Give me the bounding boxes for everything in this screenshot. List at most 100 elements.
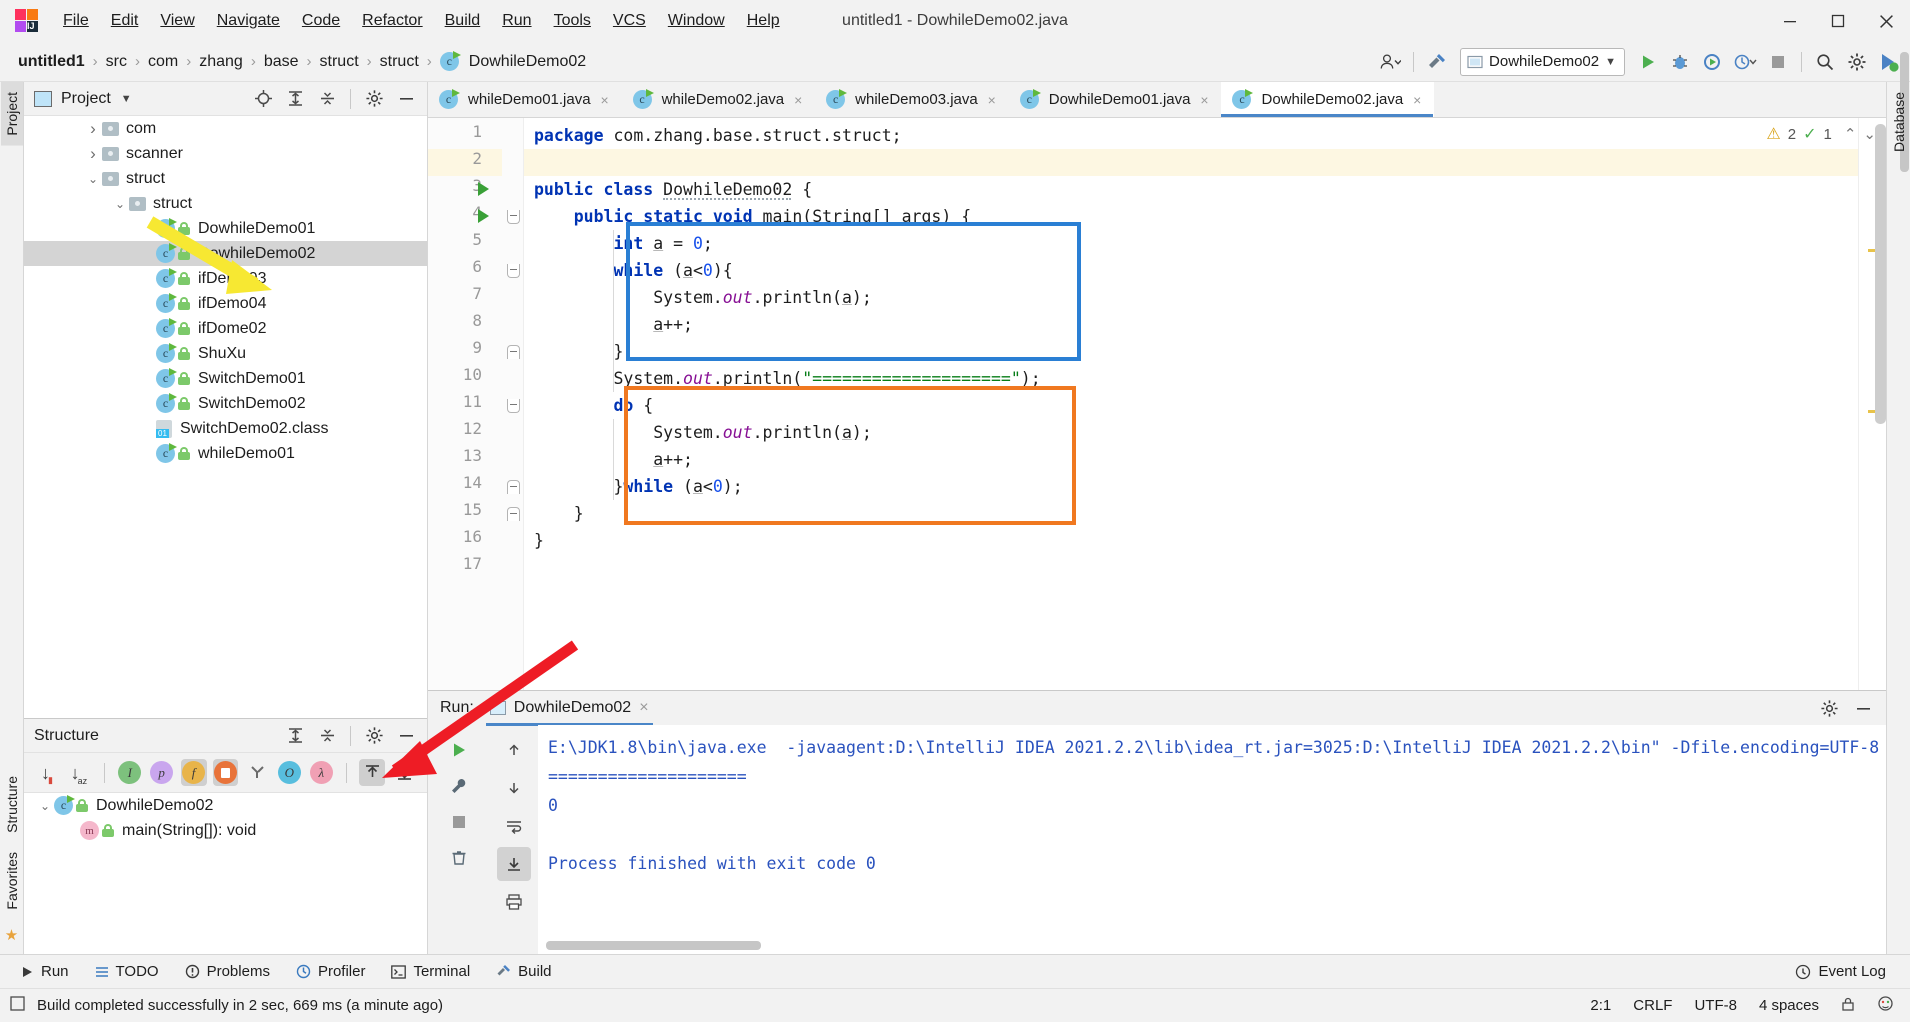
soft-wrap-button[interactable] — [497, 809, 531, 843]
project-tree-row[interactable]: c ShuXu — [24, 341, 427, 366]
chevron-down-icon[interactable]: ⌄ — [84, 172, 102, 186]
debug-button[interactable] — [1665, 47, 1695, 77]
project-tree-row[interactable]: ⌄ struct — [24, 191, 427, 216]
line-separator[interactable]: CRLF — [1633, 997, 1672, 1014]
settings-button[interactable] — [1842, 47, 1872, 77]
code-line[interactable]: } — [524, 338, 623, 365]
hide-project-panel-button[interactable] — [391, 84, 421, 114]
run-tab-dowhiledemo02[interactable]: DowhileDemo02 × — [482, 696, 657, 726]
structure-tree-row[interactable]: ⌄ c DowhileDemo02 — [24, 793, 427, 818]
collapse-all-button[interactable] — [312, 84, 342, 114]
menu-file[interactable]: File — [52, 8, 100, 34]
show-properties-icon[interactable]: p — [149, 759, 175, 786]
code-line[interactable]: package com.zhang.base.struct.struct; — [524, 122, 902, 149]
strip-tab-database[interactable]: Database — [1888, 82, 1910, 162]
trash-button[interactable] — [442, 841, 476, 875]
menu-view[interactable]: View — [149, 8, 205, 34]
autoscroll-to-source-icon[interactable] — [359, 759, 386, 786]
project-tree-row[interactable]: c whileDemo01 — [24, 441, 427, 466]
close-tab-icon[interactable]: × — [985, 92, 999, 108]
breadcrumb-item-4[interactable]: base — [260, 51, 303, 73]
breadcrumb-item-0[interactable]: untitled1 — [14, 51, 89, 73]
project-settings-button[interactable] — [359, 84, 389, 114]
strip-tab-favorites[interactable]: Favorites — [1, 842, 23, 920]
scroll-down-button[interactable] — [497, 771, 531, 805]
inspection-level-icon[interactable] — [1877, 995, 1894, 1016]
menu-tools[interactable]: Tools — [543, 8, 602, 34]
bottom-tab-terminal[interactable]: Terminal — [379, 959, 482, 984]
editor-tab-dowhiledemo02[interactable]: c DowhileDemo02.java × — [1221, 82, 1435, 117]
menu-run[interactable]: Run — [491, 8, 542, 34]
code-fold-marker[interactable] — [507, 210, 520, 224]
event-log-button[interactable]: Event Log — [1783, 959, 1898, 984]
code-text-area[interactable]: package com.zhang.base.struct.struct; pub… — [524, 118, 1858, 690]
autoscroll-from-source-icon[interactable] — [391, 759, 417, 786]
show-non-public-icon[interactable] — [212, 759, 239, 786]
menu-help[interactable]: Help — [736, 8, 791, 34]
edit-configuration-button[interactable] — [442, 769, 476, 803]
search-everywhere-button[interactable] — [1810, 47, 1840, 77]
group-methods-icon[interactable] — [244, 759, 270, 786]
maximize-button[interactable] — [1814, 0, 1862, 42]
close-tab-icon[interactable]: × — [598, 92, 612, 108]
structure-expand-all-button[interactable] — [280, 721, 310, 751]
structure-settings-button[interactable] — [359, 721, 389, 751]
show-inherited-icon[interactable]: I — [117, 759, 143, 786]
structure-tree-row[interactable]: m main(String[]): void — [24, 818, 427, 843]
bottom-tab-todo[interactable]: TODO — [83, 959, 171, 984]
locate-file-button[interactable] — [248, 84, 278, 114]
run-button[interactable] — [1633, 47, 1663, 77]
menu-vcs[interactable]: VCS — [602, 8, 657, 34]
breadcrumb-item-7[interactable]: DowhileDemo02 — [465, 51, 590, 73]
show-lambdas-icon[interactable]: λ — [308, 759, 334, 786]
editor-scrollbar[interactable] — [1875, 124, 1886, 424]
project-tree-row[interactable]: c SwitchDemo01 — [24, 366, 427, 391]
menu-code[interactable]: Code — [291, 8, 351, 34]
bottom-tab-problems[interactable]: Problems — [173, 959, 282, 984]
project-tree-row[interactable]: › scanner — [24, 141, 427, 166]
structure-tree[interactable]: ⌄ c DowhileDemo02 m main(String[]): void — [24, 793, 427, 954]
menu-refactor[interactable]: Refactor — [351, 8, 433, 34]
editor-tab-whiledemo03[interactable]: c whileDemo03.java × — [815, 82, 1009, 117]
close-tab-icon[interactable]: × — [791, 92, 805, 108]
editor-tab-dowhiledemo01[interactable]: c DowhileDemo01.java × — [1009, 82, 1222, 117]
read-only-lock-icon[interactable] — [1841, 996, 1855, 1016]
code-line[interactable]: } — [524, 500, 584, 527]
breadcrumb-item-6[interactable]: struct — [376, 51, 423, 73]
stop-button[interactable] — [1763, 47, 1793, 77]
editor-tab-whiledemo02[interactable]: c whileDemo02.java × — [622, 82, 816, 117]
menu-build[interactable]: Build — [434, 8, 492, 34]
project-tree-row[interactable]: 01 SwitchDemo02.class — [24, 416, 427, 441]
editor-tab-whiledemo01[interactable]: c whileDemo01.java × — [428, 82, 622, 117]
breadcrumb-item-2[interactable]: com — [144, 51, 182, 73]
project-tree-row[interactable]: c ifDemo03 — [24, 266, 427, 291]
sort-alphabetically-icon[interactable]: ↓ az — [66, 759, 92, 787]
project-tree-row[interactable]: c SwitchDemo02 — [24, 391, 427, 416]
toggle-memory-icon[interactable] — [10, 996, 25, 1015]
indent-setting[interactable]: 4 spaces — [1759, 997, 1819, 1014]
project-tree-row[interactable]: c DowhileDemo02 — [24, 241, 427, 266]
bottom-tab-build[interactable]: Build — [484, 959, 563, 984]
code-fold-marker[interactable] — [507, 264, 520, 278]
show-fields-icon[interactable]: f — [180, 759, 207, 786]
inspection-widget[interactable]: ⚠ 2 ✓ 1 ⌃ ⌄ — [1766, 124, 1876, 144]
build-project-button[interactable] — [1422, 47, 1452, 77]
close-icon[interactable]: × — [639, 699, 648, 717]
editor-gutter[interactable]: 1 2 3 4 5 6 7 8 9 10 11 12 13 14 15 16 17 — [428, 118, 502, 690]
chevron-down-icon[interactable]: ⌄ — [36, 799, 54, 813]
caret-position[interactable]: 2:1 — [1590, 997, 1611, 1014]
project-tree-row[interactable]: c DowhileDemo01 — [24, 216, 427, 241]
run-gutter-icon[interactable] — [478, 209, 489, 223]
code-fold-marker[interactable] — [507, 399, 520, 413]
hide-run-panel-button[interactable] — [1848, 693, 1878, 723]
breadcrumb-item-1[interactable]: src — [102, 51, 131, 73]
scroll-up-button[interactable] — [497, 733, 531, 767]
code-fold-marker[interactable] — [507, 507, 520, 521]
rerun-button[interactable] — [442, 733, 476, 767]
menu-navigate[interactable]: Navigate — [206, 8, 291, 34]
run-settings-button[interactable] — [1814, 693, 1844, 723]
next-highlight-icon[interactable]: ⌄ — [1863, 125, 1876, 143]
profiler-button[interactable] — [1729, 47, 1761, 77]
console-horizontal-scrollbar[interactable] — [546, 941, 761, 950]
project-tree-row[interactable]: c ifDemo04 — [24, 291, 427, 316]
